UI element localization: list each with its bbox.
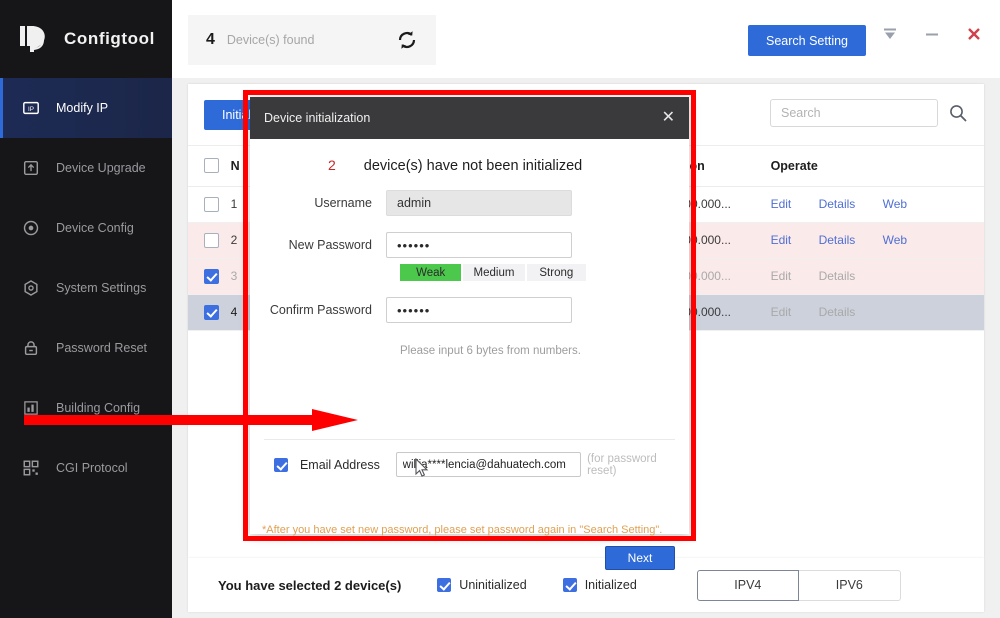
row-checkbox-cell bbox=[188, 258, 231, 294]
ip-mode-group: IPV4 IPV6 bbox=[697, 570, 901, 601]
sidebar-item-label: Device Upgrade bbox=[56, 161, 146, 175]
sidebar-item-label: CGI Protocol bbox=[56, 461, 128, 475]
initialized-label: Initialized bbox=[585, 578, 637, 592]
sidebar-item-label: System Settings bbox=[56, 281, 146, 295]
sidebar-item-cgi-protocol[interactable]: CGI Protocol bbox=[0, 438, 172, 498]
ipv4-button[interactable]: IPV4 bbox=[697, 570, 799, 601]
sidebar: Configtool IP Modify IP Device Upgrade bbox=[0, 0, 172, 618]
sidebar-item-modify-ip[interactable]: IP Modify IP bbox=[0, 78, 172, 138]
web-link[interactable]: Web bbox=[883, 233, 907, 247]
ip-badge-icon: IP bbox=[22, 99, 40, 117]
sidebar-item-password-reset[interactable]: Password Reset bbox=[0, 318, 172, 378]
row-operate: Edit Details Web bbox=[771, 186, 984, 222]
next-button[interactable]: Next bbox=[605, 546, 675, 570]
sidebar-item-system-settings[interactable]: System Settings bbox=[0, 258, 172, 318]
hex-gear-icon bbox=[22, 279, 40, 297]
sidebar-item-device-upgrade[interactable]: Device Upgrade bbox=[0, 138, 172, 198]
sidebar-nav: IP Modify IP Device Upgrade Device Confi… bbox=[0, 78, 172, 498]
bottom-bar: You have selected 2 device(s) Uninitiali… bbox=[188, 558, 984, 612]
dahua-logo-icon bbox=[18, 23, 52, 55]
row-checkbox-cell bbox=[188, 222, 231, 258]
row-checkbox[interactable] bbox=[204, 197, 219, 212]
row-checkbox[interactable] bbox=[204, 233, 219, 248]
web-link[interactable]: Web bbox=[883, 197, 907, 211]
svg-text:IP: IP bbox=[28, 106, 34, 113]
row-checkbox[interactable] bbox=[204, 305, 219, 320]
edit-link[interactable]: Edit bbox=[771, 269, 792, 283]
device-count-label: Device(s) found bbox=[227, 33, 384, 47]
upgrade-box-icon bbox=[22, 159, 40, 177]
lock-icon bbox=[22, 339, 40, 357]
close-icon[interactable] bbox=[966, 26, 982, 42]
header-operate: Operate bbox=[771, 146, 984, 186]
brand-name: Configtool bbox=[64, 29, 155, 49]
device-count-panel: 4 Device(s) found bbox=[188, 15, 436, 65]
header-select-all bbox=[188, 146, 231, 186]
target-circle-icon bbox=[22, 219, 40, 237]
brand: Configtool bbox=[0, 0, 172, 78]
filter-initialized[interactable]: Initialized bbox=[563, 578, 637, 592]
window-controls bbox=[882, 26, 982, 42]
row-checkbox-cell bbox=[188, 294, 231, 330]
uninitialized-label: Uninitialized bbox=[459, 578, 526, 592]
search-area bbox=[770, 99, 968, 127]
minimize-icon[interactable] bbox=[924, 26, 940, 42]
search-icon[interactable] bbox=[948, 103, 968, 123]
red-arrow-right-icon bbox=[24, 409, 358, 431]
sidebar-item-label: Password Reset bbox=[56, 341, 147, 355]
select-all-checkbox[interactable] bbox=[204, 158, 219, 173]
edit-link[interactable]: Edit bbox=[771, 197, 792, 211]
topbar: 4 Device(s) found Search Setting bbox=[172, 0, 1000, 78]
details-link[interactable]: Details bbox=[819, 269, 856, 283]
row-checkbox-cell bbox=[188, 186, 231, 222]
details-link[interactable]: Details bbox=[819, 305, 856, 319]
search-setting-button[interactable]: Search Setting bbox=[748, 25, 866, 56]
uninitialized-checkbox[interactable] bbox=[437, 578, 451, 592]
details-link[interactable]: Details bbox=[819, 233, 856, 247]
details-link[interactable]: Details bbox=[819, 197, 856, 211]
refresh-icon[interactable] bbox=[396, 29, 418, 51]
row-operate: Edit Details bbox=[771, 258, 984, 294]
search-input[interactable] bbox=[770, 99, 938, 127]
filter-uninitialized[interactable]: Uninitialized bbox=[437, 578, 526, 592]
sidebar-item-label: Modify IP bbox=[56, 101, 108, 115]
selected-count-text: You have selected 2 device(s) bbox=[218, 578, 401, 593]
sidebar-item-label: Device Config bbox=[56, 221, 134, 235]
highlight-box bbox=[243, 90, 696, 541]
mouse-pointer-icon bbox=[415, 458, 429, 478]
row-operate: Edit Details bbox=[771, 294, 984, 330]
edit-link[interactable]: Edit bbox=[771, 233, 792, 247]
device-count-number: 4 bbox=[206, 31, 215, 49]
row-operate: Edit Details Web bbox=[771, 222, 984, 258]
sidebar-item-device-config[interactable]: Device Config bbox=[0, 198, 172, 258]
initialized-checkbox[interactable] bbox=[563, 578, 577, 592]
app-window: Configtool IP Modify IP Device Upgrade bbox=[0, 0, 1000, 618]
row-checkbox[interactable] bbox=[204, 269, 219, 284]
edit-link[interactable]: Edit bbox=[771, 305, 792, 319]
grid-blocks-icon bbox=[22, 459, 40, 477]
collapse-icon[interactable] bbox=[882, 26, 898, 42]
ipv6-button[interactable]: IPV6 bbox=[799, 570, 901, 601]
